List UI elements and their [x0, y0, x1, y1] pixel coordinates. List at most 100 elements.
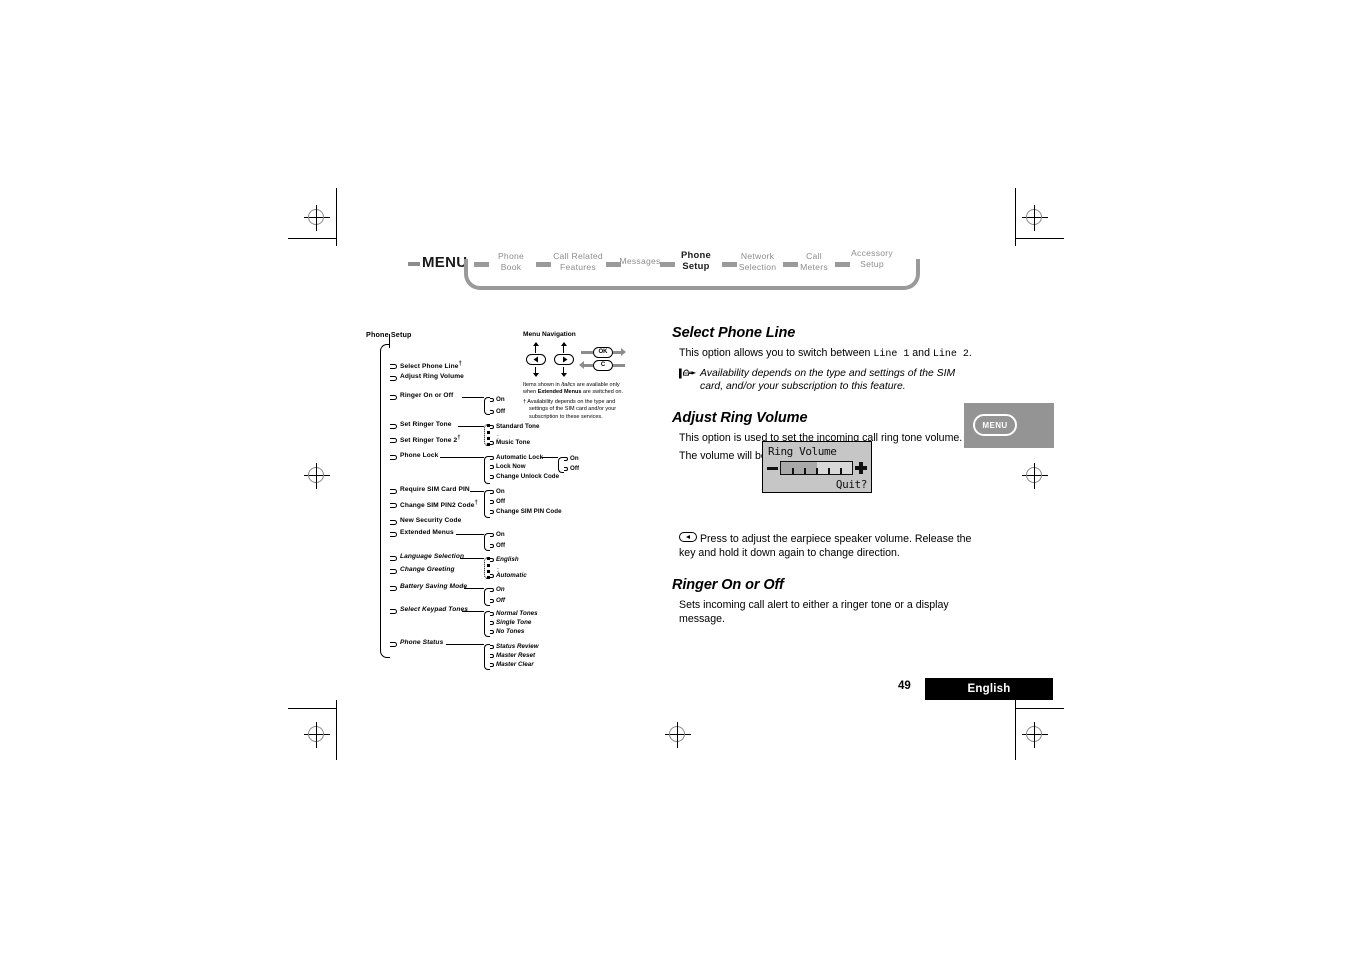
volume-tick — [816, 468, 818, 474]
heading-select-phone-line: Select Phone Line — [672, 325, 796, 341]
breadcrumb-line1: Phone — [681, 249, 711, 260]
side-menu-pill-label: MENU — [973, 414, 1017, 436]
breadcrumb-line2: Features — [560, 261, 596, 272]
tree-leaftick — [564, 457, 568, 461]
tree-leaf-ringer-on: On — [496, 396, 505, 403]
tree-leaftick — [490, 544, 494, 548]
volume-plus-icon — [855, 462, 867, 474]
lcd-softkey-quit[interactable]: Quit? — [836, 478, 868, 491]
tree-leaf-ringer-off: Off — [496, 408, 506, 415]
breadcrumb-line1: Call Related — [553, 251, 603, 261]
paragraph-volume-key-note: Press to adjust the earpiece speaker vol… — [672, 532, 972, 561]
tree-leadline — [458, 426, 484, 428]
italics-note-part1: Items shown in — [523, 382, 562, 388]
tree-leaf-music-tone: Music Tone — [496, 439, 531, 446]
breadcrumb-line1: Messages — [619, 256, 661, 266]
text-pre: This option allows you to switch between — [679, 347, 874, 359]
tree-leaf-automatic-lock: Automatic Lock — [496, 454, 544, 461]
tree-leaf-lock-now: Lock Now — [496, 463, 526, 470]
ok-key[interactable]: OK — [593, 347, 613, 358]
volume-minus-icon — [767, 467, 778, 471]
manual-page: MENU Phone Book Call Related Features Me… — [0, 0, 1351, 954]
tree-tick — [390, 489, 397, 494]
clear-left-bar-icon — [584, 364, 593, 367]
tree-node-phone-status: Phone Status — [400, 639, 444, 646]
tree-tick — [390, 569, 397, 574]
breadcrumb-call-related-features[interactable]: Call Related Features — [548, 251, 608, 272]
tree-leaftick — [490, 599, 494, 603]
tree-leaftick — [490, 510, 494, 514]
up-arrowhead-icon — [532, 342, 539, 346]
breadcrumb-phone-book[interactable]: Phone Book — [487, 251, 535, 272]
tree-node-change-sim-pin2-code: Change SIM PIN2 Code† — [400, 500, 478, 510]
tree-leaf-no-tones: No Tones — [496, 628, 525, 635]
tree-node-select-phone-line: Select Phone Line† — [400, 361, 462, 371]
tree-leaf-status-review: Status Review — [496, 643, 539, 650]
volume-key-icon — [679, 532, 697, 542]
tree-leaf-english: English — [496, 556, 519, 563]
tree-leaftick — [490, 456, 494, 460]
menu-root-label: MENU — [422, 254, 468, 271]
tree-leaf-change-sim-pin-code: Change SIM PIN Code — [496, 508, 562, 515]
tree-node-set-ringer-tone-2: Set Ringer Tone 2† — [400, 435, 461, 445]
breadcrumb-network-selection[interactable]: Network Selection — [730, 251, 785, 272]
volume-tick — [828, 468, 830, 474]
breadcrumb-line2: Book — [500, 261, 522, 272]
breadcrumb-messages[interactable]: Messages — [616, 256, 664, 267]
note-sim-availability: Availability depends on the type and set… — [672, 367, 972, 394]
tree-leaftick — [490, 410, 494, 414]
tree-leaftick — [490, 663, 494, 667]
note-text: Availability depends on the type and set… — [700, 367, 956, 393]
tree-leaf-sim-pin-on: On — [496, 488, 505, 495]
left-triangle-icon — [533, 356, 538, 363]
tree-leaf-battery-off: Off — [496, 597, 505, 604]
dagger-marker: † — [457, 435, 461, 441]
breadcrumb-accessory-setup[interactable]: Accessory Setup — [843, 248, 901, 269]
navigation-keys-illustration: OK C — [523, 342, 633, 378]
breadcrumb-line2: Meters — [800, 261, 828, 272]
tree-leaftick — [490, 490, 494, 494]
page-number: 49 — [898, 680, 911, 692]
tree-leaftick — [490, 645, 494, 649]
tree-tick — [390, 642, 397, 647]
nav-key-left[interactable] — [526, 354, 546, 365]
up-arrowhead-icon — [560, 342, 567, 346]
lcd-title-text: Ring Volume — [768, 445, 837, 458]
breadcrumb-call-meters[interactable]: Call Meters — [793, 251, 835, 272]
tree-node-select-keypad-tones: Select Keypad Tones — [400, 606, 468, 613]
heading-adjust-ring-volume: Adjust Ring Volume — [672, 409, 808, 426]
tree-leadline — [460, 558, 484, 560]
tree-node-battery-saving-mode: Battery Saving Mode — [400, 583, 468, 590]
dagger-marker: † — [458, 361, 462, 367]
tree-node-ringer-on-or-off: Ringer On or Off — [400, 392, 454, 399]
tree-leaftick — [490, 588, 494, 592]
dagger-marker: † — [474, 500, 478, 506]
breadcrumb-phone-setup[interactable]: Phone Setup — [670, 249, 722, 271]
menu-breadcrumb-bar: MENU Phone Book Call Related Features Me… — [408, 246, 920, 292]
tree-tick — [390, 438, 397, 443]
tree-leaf-battery-on: On — [496, 586, 505, 593]
tree-node-phone-lock: Phone Lock — [400, 452, 439, 459]
ok-right-arrowhead-icon — [621, 348, 626, 356]
breadcrumb-line1: Network — [740, 251, 775, 261]
tree-leaf-sim-pin-off: Off — [496, 498, 506, 505]
key-note-text: Press to adjust the earpiece speaker vol… — [679, 532, 972, 560]
down-arrowhead-icon — [532, 373, 539, 377]
ok-right-bar-icon — [613, 351, 621, 354]
tree-leaftick — [490, 612, 494, 616]
clear-key[interactable]: C — [593, 360, 613, 371]
tree-leadline — [440, 457, 484, 459]
tree-leaftick — [490, 574, 494, 578]
tree-leaftick — [490, 558, 494, 562]
tree-leaftick — [490, 630, 494, 634]
tree-leaf-master-reset: Master Reset — [496, 652, 536, 659]
language-bar: English — [925, 678, 1053, 700]
dagger-legend-note: † Availability depends on the type and s… — [523, 398, 617, 420]
tree-leadline — [462, 611, 484, 613]
tree-tick — [390, 609, 397, 614]
tree-spine — [380, 344, 390, 658]
menu-dash-icon — [408, 262, 420, 266]
italics-note-part3: are switched on. — [581, 389, 623, 396]
nav-key-right[interactable] — [554, 354, 574, 365]
ok-left-bar-icon — [581, 351, 593, 354]
